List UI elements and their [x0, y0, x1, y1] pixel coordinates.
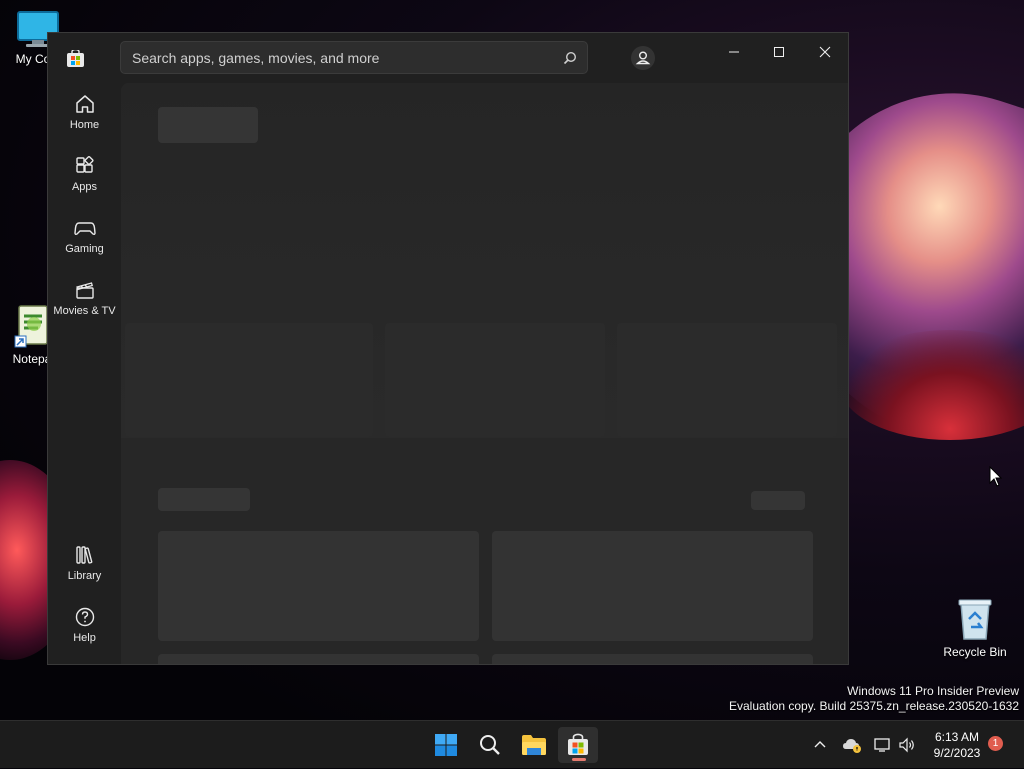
- nav-item-home[interactable]: Home: [48, 93, 121, 147]
- chevron-up-icon: [814, 741, 826, 748]
- store-icon: [568, 733, 588, 755]
- notification-badge[interactable]: 1: [988, 736, 1003, 751]
- apps-icon: [75, 155, 94, 173]
- section-title-placeholder: [158, 488, 250, 511]
- nav-label: Home: [69, 119, 100, 131]
- home-icon: [75, 95, 94, 113]
- start-button[interactable]: [426, 727, 466, 763]
- clock-time: 6:13 AM: [934, 730, 980, 744]
- movies-tv-icon: [75, 282, 94, 299]
- nav-label: Apps: [71, 181, 98, 193]
- gaming-icon: [73, 222, 96, 236]
- card-placeholder: [158, 531, 479, 641]
- nav-label: Library: [67, 570, 102, 582]
- maximize-icon: [774, 47, 784, 57]
- onedrive-tray-button[interactable]: [840, 721, 864, 769]
- minimize-icon: [729, 51, 739, 53]
- account-icon[interactable]: [630, 45, 656, 71]
- volume-tray-button[interactable]: [896, 721, 918, 769]
- nav-item-movies-tv[interactable]: Movies & TV: [48, 279, 121, 333]
- search-box[interactable]: Search apps, games, movies, and more: [120, 41, 588, 74]
- network-tray-button[interactable]: [872, 721, 894, 769]
- search-button[interactable]: [470, 727, 510, 763]
- see-all-placeholder: [751, 491, 805, 510]
- notepad-icon: [14, 305, 48, 348]
- active-app-indicator: [572, 758, 586, 761]
- card-placeholder: [492, 654, 813, 664]
- title-bar[interactable]: Search apps, games, movies, and more: [48, 33, 848, 83]
- nav-item-apps[interactable]: Apps: [48, 155, 121, 209]
- speaker-icon: [899, 737, 914, 753]
- library-icon: [75, 546, 92, 564]
- cloud-warning-icon: [843, 739, 861, 753]
- clock-date: 9/2/2023: [933, 746, 981, 760]
- navigation-pane: Home Apps Gaming Movies & TV Library Hel…: [48, 83, 121, 664]
- nav-label: Movies & TV: [53, 305, 116, 317]
- nav-label: Gaming: [65, 243, 104, 255]
- file-explorer-button[interactable]: [514, 727, 554, 763]
- store-logo-icon: [67, 50, 84, 67]
- network-icon: [874, 738, 890, 752]
- desktop-icon-recycle-bin[interactable]: Recycle Bin: [940, 597, 1010, 659]
- desktop-icon-label: Notepa: [12, 352, 52, 366]
- watermark-line: Evaluation copy. Build 25375.zn_release.…: [729, 699, 1019, 713]
- taskbar: 6:13 AM 9/2/2023: [0, 720, 1024, 768]
- hero-title-placeholder: [158, 107, 258, 143]
- search-icon: [480, 735, 500, 755]
- minimize-button[interactable]: [711, 37, 757, 67]
- nav-item-library[interactable]: Library: [48, 544, 121, 598]
- maximize-button[interactable]: [756, 37, 802, 67]
- evaluation-watermark: Windows 11 Pro Insider Preview Evaluatio…: [729, 684, 1019, 714]
- hero-card-placeholder: [617, 323, 837, 437]
- desktop-icon-label: Recycle Bin: [943, 645, 1007, 659]
- nav-label: Help: [73, 632, 96, 644]
- mouse-cursor-icon: [989, 466, 1003, 487]
- hero-card-placeholder: [125, 323, 373, 437]
- search-placeholder: Search apps, games, movies, and more: [132, 50, 380, 66]
- search-icon[interactable]: [563, 51, 577, 65]
- show-hidden-icons-button[interactable]: [810, 721, 830, 769]
- nav-item-help[interactable]: Help: [48, 606, 121, 660]
- hero-card-placeholder: [385, 323, 605, 437]
- nav-item-gaming[interactable]: Gaming: [48, 217, 121, 271]
- recycle-bin-icon: [958, 599, 992, 640]
- watermark-line: Windows 11 Pro Insider Preview: [847, 684, 1019, 698]
- close-icon: [819, 46, 831, 58]
- store-window: Search apps, games, movies, and more Hom…: [47, 32, 849, 665]
- content-area-loading: [121, 83, 848, 664]
- close-button[interactable]: [802, 37, 848, 67]
- card-placeholder: [158, 654, 479, 664]
- card-placeholder: [492, 531, 813, 641]
- folder-icon: [522, 735, 546, 755]
- windows-logo-icon: [435, 734, 457, 756]
- clock[interactable]: 6:13 AM 9/2/2023: [924, 729, 990, 761]
- help-icon: [75, 607, 94, 627]
